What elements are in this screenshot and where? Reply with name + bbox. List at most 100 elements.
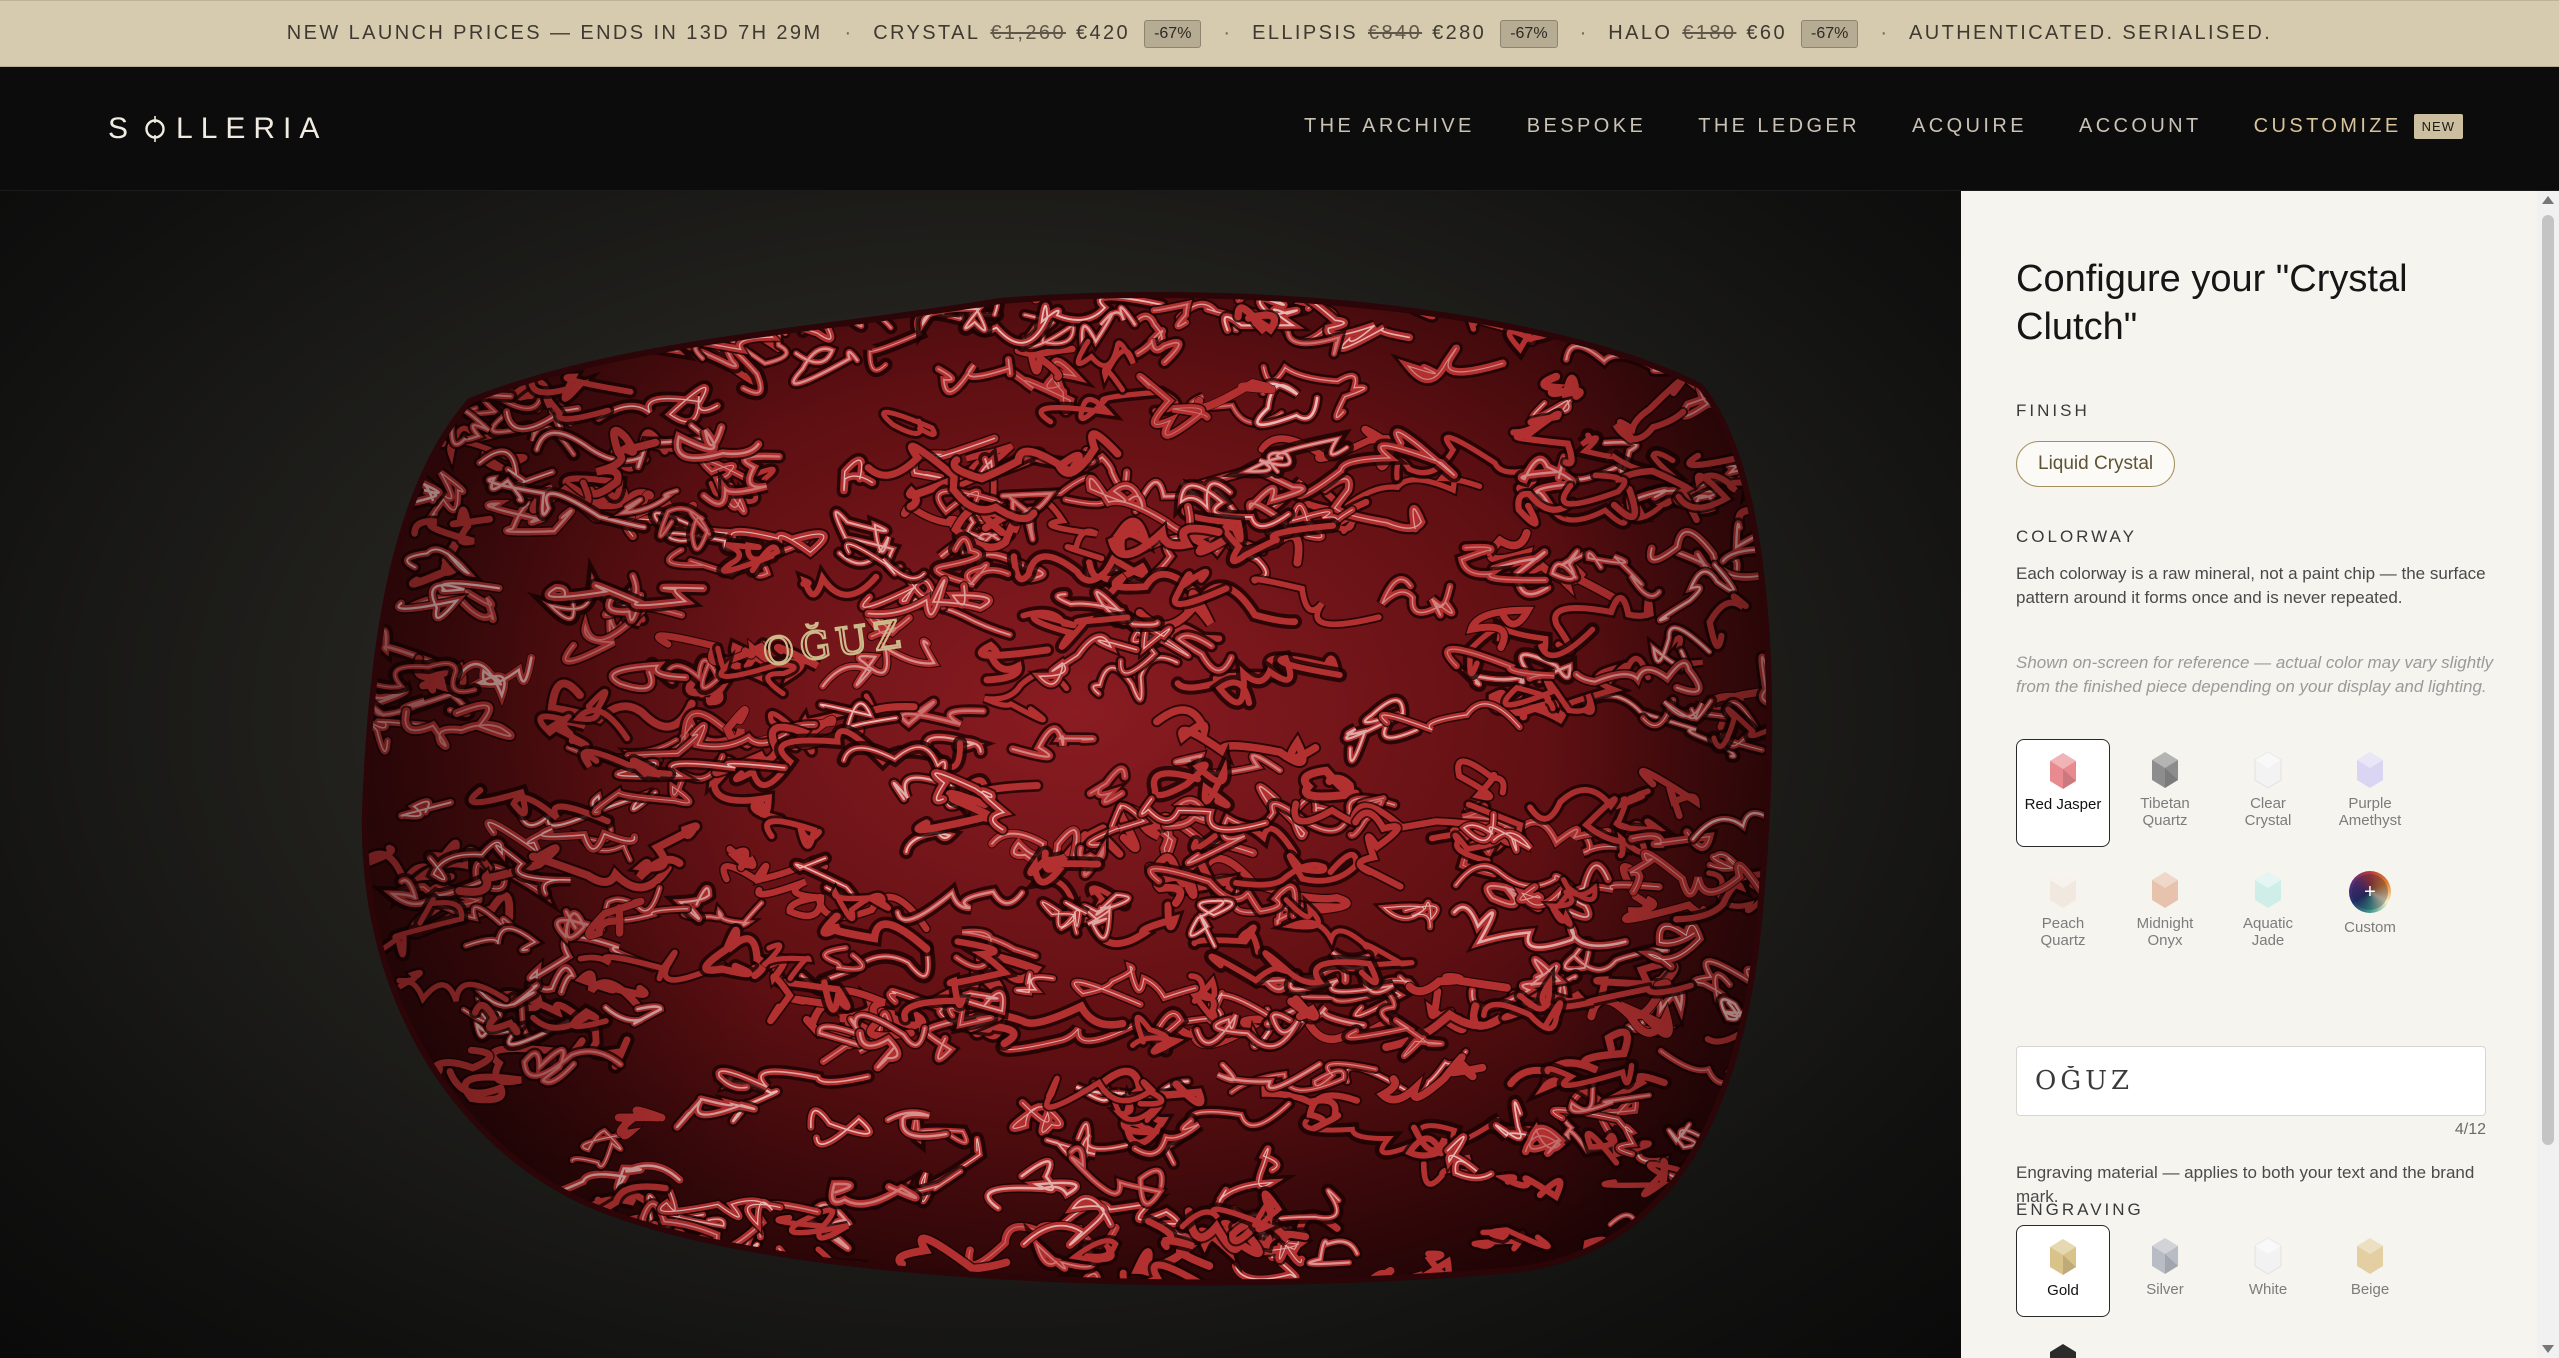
colorway-purple-amethyst[interactable]: Purple Amethyst: [2323, 739, 2417, 829]
crystal-ridge-highlight: [460, 1186, 503, 1252]
crystal-ridge: [1783, 1120, 1911, 1149]
promo-item-ellipsis: ELLIPSIS €840 €280 -67%: [1252, 19, 1558, 48]
promo-item-name: CRYSTAL: [873, 22, 981, 44]
crystal-ridge: [364, 633, 378, 664]
crystal-ridge-shadow: [364, 1054, 420, 1086]
logo-mark-icon: [142, 116, 168, 142]
crystal-ridge: [400, 1227, 475, 1267]
custom-color-icon: +: [2349, 871, 2391, 913]
crystal-ridge-shadow: [1658, 1292, 1710, 1317]
crystal-ridge-shadow: [432, 1263, 512, 1283]
scroll-down-arrow-icon[interactable]: [2542, 1345, 2554, 1353]
crystal-ridge-highlight: [403, 1230, 471, 1264]
crystal-ridge: [458, 1185, 505, 1254]
crystal-ridge: [1765, 1179, 1770, 1219]
crystal-ridge-highlight: [909, 1282, 978, 1283]
crystal-ridge-shadow: [1614, 300, 1711, 353]
crystal-ridge: [1670, 294, 1733, 333]
colorway-disclaimer: Shown on-screen for reference — actual c…: [2016, 653, 2494, 696]
nav-link-bespoke[interactable]: BESPOKE: [1527, 115, 1646, 138]
promo-old-price: €180: [1682, 22, 1737, 44]
colorway-midnight-onyx[interactable]: Midnight Onyx: [2118, 859, 2212, 949]
nav-link-acquire[interactable]: ACQUIRE: [1912, 115, 2027, 138]
finish-option-liquid-crystal[interactable]: Liquid Crystal: [2016, 441, 2176, 487]
crystal-ridge: [315, 575, 344, 600]
material-beige[interactable]: Beige: [2323, 1225, 2417, 1298]
crystal-ridge: [1735, 324, 1770, 393]
crystal-ridge-shadow: [1748, 1063, 1770, 1116]
config-title: Configure your "Crystal Clutch": [2016, 258, 2408, 348]
crystal-ridge-highlight: [1782, 428, 1886, 507]
crystal-ridge: [1262, 1281, 1341, 1283]
crystal-ridge-shadow: [1607, 1264, 1660, 1283]
promo-countdown: NEW LAUNCH PRICES — ENDS IN 13D 7H 29M: [286, 22, 823, 44]
brand-logo[interactable]: S LLERIA: [108, 109, 327, 149]
crystal-ridge: [364, 1212, 426, 1267]
crystal-ridge-shadow: [364, 1064, 403, 1134]
crystal-ridge-shadow: [1616, 299, 1672, 359]
material-description: Engraving material — applies to both you…: [2016, 1163, 2475, 1206]
scroll-up-arrow-icon[interactable]: [2542, 196, 2554, 204]
nav-link-account[interactable]: ACCOUNT: [2079, 115, 2202, 138]
crystal-ridge-highlight: [1739, 1235, 1770, 1264]
purple-amethyst-gem-icon: [2357, 752, 2383, 788]
product-3d-viewer[interactable]: OĞUZ: [0, 191, 1961, 1358]
crystal-ridge: [565, 306, 651, 338]
promo-old-price: €840: [1368, 22, 1423, 44]
crystal-ridge: [696, 1248, 757, 1278]
discount-badge: -67%: [1500, 19, 1558, 48]
crystal-ridge-highlight: [1742, 355, 1770, 396]
crystal-ridge: [384, 1147, 444, 1185]
crystal-ridge-shadow: [434, 1236, 553, 1278]
crystal-ridge: [434, 1265, 509, 1283]
scrollbar-thumb[interactable]: [2542, 215, 2554, 1145]
engraving-input[interactable]: [2016, 1046, 2486, 1116]
colorway-tibetan-quartz[interactable]: Tibetan Quartz: [2118, 739, 2212, 829]
panel-scrollbar[interactable]: [2537, 191, 2559, 1358]
crystal-ridge-shadow: [694, 1243, 762, 1283]
promo-authenticated: AUTHENTICATED. SERIALISED.: [1909, 22, 2273, 44]
colorway-name: Aquatic Jade: [2242, 915, 2294, 949]
crystal-ridge: [543, 1263, 641, 1283]
crystal-ridge: [364, 1057, 418, 1084]
colorway-red-jasper[interactable]: Red Jasper: [2016, 739, 2110, 847]
colorway-clear-crystal[interactable]: Clear Crystal: [2221, 739, 2315, 829]
colorway-aquatic-jade[interactable]: Aquatic Jade: [2221, 859, 2315, 949]
material-silver[interactable]: Silver: [2118, 1225, 2212, 1298]
crystal-ridge: [1609, 1266, 1659, 1283]
crystal-ridge-shadow: [562, 302, 655, 342]
promo-separator: ·: [1223, 22, 1231, 44]
crystal-ridge: [1683, 1213, 1729, 1249]
midnight-onyx-gem-icon: [2152, 872, 2178, 908]
colorway-custom[interactable]: + Custom: [2323, 859, 2417, 936]
material-white[interactable]: White: [2221, 1225, 2315, 1298]
promo-separator: ·: [1880, 22, 1888, 44]
crystal-ridge-shadow: [1668, 294, 1736, 335]
crystal-ridge: [364, 448, 418, 483]
crystal-ridge-shadow: [389, 341, 440, 397]
material-gold[interactable]: Gold: [2016, 1225, 2110, 1317]
crystal-ridge: [1532, 294, 1615, 302]
material-dark-gem-icon: [2048, 1343, 2078, 1358]
crystal-ridge: [364, 1068, 402, 1131]
colorway-peach-quartz[interactable]: Peach Quartz: [2016, 859, 2110, 949]
discount-badge: -67%: [1800, 19, 1859, 48]
main-nav: S LLERIA THE ARCHIVE BESPOKE THE LEDGER …: [0, 67, 2559, 191]
nav-link-archive[interactable]: THE ARCHIVE: [1304, 115, 1475, 138]
crystal-ridge-highlight: [399, 1267, 458, 1283]
nav-link-customize[interactable]: CUSTOMIZE NEW: [2254, 114, 2463, 139]
crystal-ridge: [462, 1213, 648, 1263]
nav-link-ledger[interactable]: THE LEDGER: [1698, 115, 1860, 138]
crystal-ridge: [1617, 301, 1670, 357]
crystal-ridge: [1737, 1232, 1770, 1266]
crystal-ridge-highlight: [380, 294, 418, 342]
crystal-ridge-shadow: [698, 294, 757, 334]
crystal-ridge-shadow: [1778, 638, 1882, 673]
colorway-description: Each colorway is a raw mineral, not a pa…: [2016, 564, 2486, 607]
crystal-ridge-shadow: [1733, 495, 1770, 534]
crystal-ridge-shadow: [1480, 1276, 1523, 1283]
new-badge: NEW: [2413, 114, 2463, 139]
crystal-ridge-highlight: [393, 314, 443, 342]
crystal-ridge: [390, 311, 445, 344]
crystal-ridge-shadow: [461, 1212, 650, 1264]
